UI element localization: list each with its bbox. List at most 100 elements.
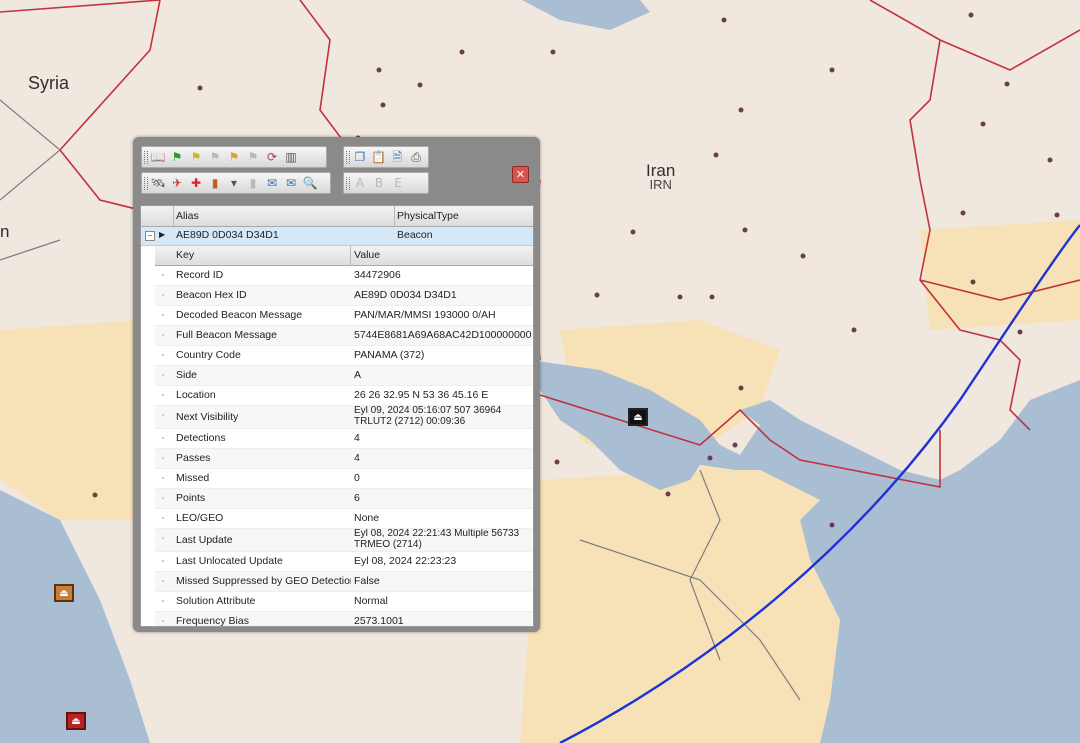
column-header-value[interactable]: Value <box>354 249 380 261</box>
satellite-icon[interactable]: 🛰 <box>149 174 167 192</box>
row-key: Location <box>176 389 216 401</box>
red-cross-icon[interactable]: ✚ <box>187 174 205 192</box>
row-value: Normal <box>354 595 388 607</box>
row-value: PANAMA (372) <box>354 349 425 361</box>
detail-rows: Record ID 34472906 Beacon Hex ID AE89D 0D0… <box>155 266 533 627</box>
print-icon[interactable]: ⎙ <box>407 148 425 166</box>
column-header-physical-type[interactable]: PhysicalType <box>397 210 459 222</box>
text-a-button[interactable]: A <box>351 174 369 192</box>
refresh-icon[interactable]: ⟳ <box>263 148 281 166</box>
toolbar-row-1-right: ❐ 📋 🗎 ⎙ <box>343 146 429 168</box>
column-header-alias[interactable]: Alias <box>176 210 199 222</box>
table-row[interactable]: Missed Suppressed by GEO Detections False <box>155 572 533 592</box>
beacon-dropdown-icon[interactable]: ▾ <box>225 174 243 192</box>
row-value: Eyl 08, 2024 22:23:23 <box>354 555 457 567</box>
row-key: Missed <box>176 472 210 484</box>
paste-icon[interactable]: 📋 <box>370 148 388 166</box>
document-icon[interactable]: 🗎 <box>389 148 407 166</box>
flag-green-icon[interactable]: ⚑ <box>168 148 186 166</box>
row-value: False <box>354 575 380 587</box>
table-row[interactable]: Detections 4 <box>155 429 533 449</box>
row-value: Eyl 09, 2024 05:16:07 507 36964 TRLUT2 (… <box>354 406 502 427</box>
row-key: Detections <box>176 432 226 444</box>
map-label-iran: Iran IRN <box>646 161 676 192</box>
row-key: Next Visibility <box>176 411 239 423</box>
master-physical-type: Beacon <box>397 229 433 241</box>
table-row[interactable]: Beacon Hex ID AE89D 0D034 D34D1 <box>155 286 533 306</box>
table-row[interactable]: Side A <box>155 366 533 386</box>
copy-icon[interactable]: ❐ <box>351 148 369 166</box>
close-icon[interactable]: ✕ <box>512 166 529 183</box>
row-value: None <box>354 512 380 524</box>
master-row[interactable]: − ▶ AE89D 0D034 D34D1 Beacon <box>141 227 533 246</box>
flag-disabled-icon[interactable]: ⚑ <box>206 148 224 166</box>
table-row[interactable]: Location 26 26 32.95 N 53 36 45.16 E <box>155 386 533 406</box>
table-row[interactable]: Points 6 <box>155 489 533 509</box>
table-row[interactable]: Missed 0 <box>155 469 533 489</box>
flag-yellow-icon[interactable]: ⚑ <box>187 148 205 166</box>
row-value: AE89D 0D034 D34D1 <box>354 289 457 301</box>
beacon-marker-icon[interactable]: ⏏ <box>54 584 74 602</box>
text-b-button[interactable]: B <box>370 174 388 192</box>
row-key: Side <box>176 369 198 381</box>
map-label-iran-code: IRN <box>649 177 672 192</box>
row-value: 0 <box>354 472 360 484</box>
table-row[interactable]: Last Unlocated Update Eyl 08, 2024 22:23:… <box>155 552 533 572</box>
columns-icon[interactable]: ▥ <box>282 148 300 166</box>
row-key: Points <box>176 492 206 504</box>
collapse-icon[interactable]: − <box>145 231 155 241</box>
table-row[interactable]: LEO/GEO None <box>155 509 533 529</box>
row-key: Missed Suppressed by GEO Detections <box>176 575 351 587</box>
airplane-icon[interactable]: ✈ <box>168 174 186 192</box>
table-row[interactable]: Frequency Bias 2573.1001 <box>155 612 533 627</box>
beacon-marker-icon[interactable]: ⏏ <box>628 408 648 426</box>
grid-header: Alias PhysicalType <box>141 206 533 227</box>
flag-yellow-icon-2[interactable]: ⚑ <box>225 148 243 166</box>
book-icon[interactable]: 📖 <box>149 148 167 166</box>
open-envelope-icon[interactable]: ✉ <box>282 174 300 192</box>
beacon-marker-icon[interactable]: ⏏ <box>66 712 86 730</box>
row-value: 2573.1001 <box>354 615 404 627</box>
row-value: 26 26 32.95 N 53 36 45.16 E <box>354 389 489 401</box>
row-value: 4 <box>354 432 360 444</box>
row-key: Full Beacon Message <box>176 329 277 341</box>
email-icon[interactable]: ✉ <box>263 174 281 192</box>
detail-header: Key Value <box>155 246 533 266</box>
row-key: Passes <box>176 452 211 464</box>
toolbar-row-2-right: A B E <box>343 172 429 194</box>
row-value: 34472906 <box>354 269 401 281</box>
table-row[interactable]: Country Code PANAMA (372) <box>155 346 533 366</box>
table-row[interactable]: Next Visibility Eyl 09, 2024 05:16:07 507… <box>155 406 533 429</box>
table-row[interactable]: Last Update Eyl 08, 2024 22:21:43 Multipl… <box>155 529 533 552</box>
row-value: 5744E8681A69A68AC42D1000000000 <box>354 329 532 341</box>
row-key: Solution Attribute <box>176 595 256 607</box>
row-value: A <box>354 369 362 381</box>
table-row[interactable]: Full Beacon Message 5744E8681A69A68AC42D1… <box>155 326 533 346</box>
toolbar-row-2: 🛰 ✈ ✚ ▮ ▾ ▮ ✉ ✉ 🔍 <box>141 172 331 194</box>
row-value: PAN/MAR/MMSI 193000 0/AH <box>354 309 496 321</box>
flag-disabled-icon-2[interactable]: ⚑ <box>244 148 262 166</box>
table-row[interactable]: Record ID 34472906 <box>155 266 533 286</box>
row-selector-arrow-icon: ▶ <box>159 230 166 239</box>
column-header-key[interactable]: Key <box>176 249 194 261</box>
row-key: Decoded Beacon Message <box>176 309 303 321</box>
beacon-alt-icon[interactable]: ▮ <box>244 174 262 192</box>
map-label-syria: Syria <box>28 73 70 93</box>
beacon-info-panel: 📖 ⚑ ⚑ ⚑ ⚑ ⚑ ⟳ ▥ 🛰 ✈ ✚ ▮ ▾ ▮ ✉ ✉ 🔍 ❐ 📋 🗎 … <box>133 137 540 632</box>
map-label-partial: n <box>0 222 10 241</box>
table-row[interactable]: Decoded Beacon Message PAN/MAR/MMSI 19300… <box>155 306 533 326</box>
map-label-iran-name: Iran <box>646 161 676 180</box>
row-value: 4 <box>354 452 360 464</box>
row-key: Record ID <box>176 269 224 281</box>
row-key: Beacon Hex ID <box>176 289 247 301</box>
text-e-button[interactable]: E <box>389 174 407 192</box>
toolbar-row-1: 📖 ⚑ ⚑ ⚑ ⚑ ⚑ ⟳ ▥ <box>141 146 327 168</box>
table-row[interactable]: Passes 4 <box>155 449 533 469</box>
beacon-icon[interactable]: ▮ <box>206 174 224 192</box>
row-key: Last Update <box>176 534 233 546</box>
table-row[interactable]: Solution Attribute Normal <box>155 592 533 612</box>
row-value: Eyl 08, 2024 22:21:43 Multiple 56733 TRM… <box>354 529 520 550</box>
search-icon[interactable]: 🔍 <box>301 174 319 192</box>
master-alias: AE89D 0D034 D34D1 <box>176 229 279 241</box>
row-key: LEO/GEO <box>176 512 224 524</box>
